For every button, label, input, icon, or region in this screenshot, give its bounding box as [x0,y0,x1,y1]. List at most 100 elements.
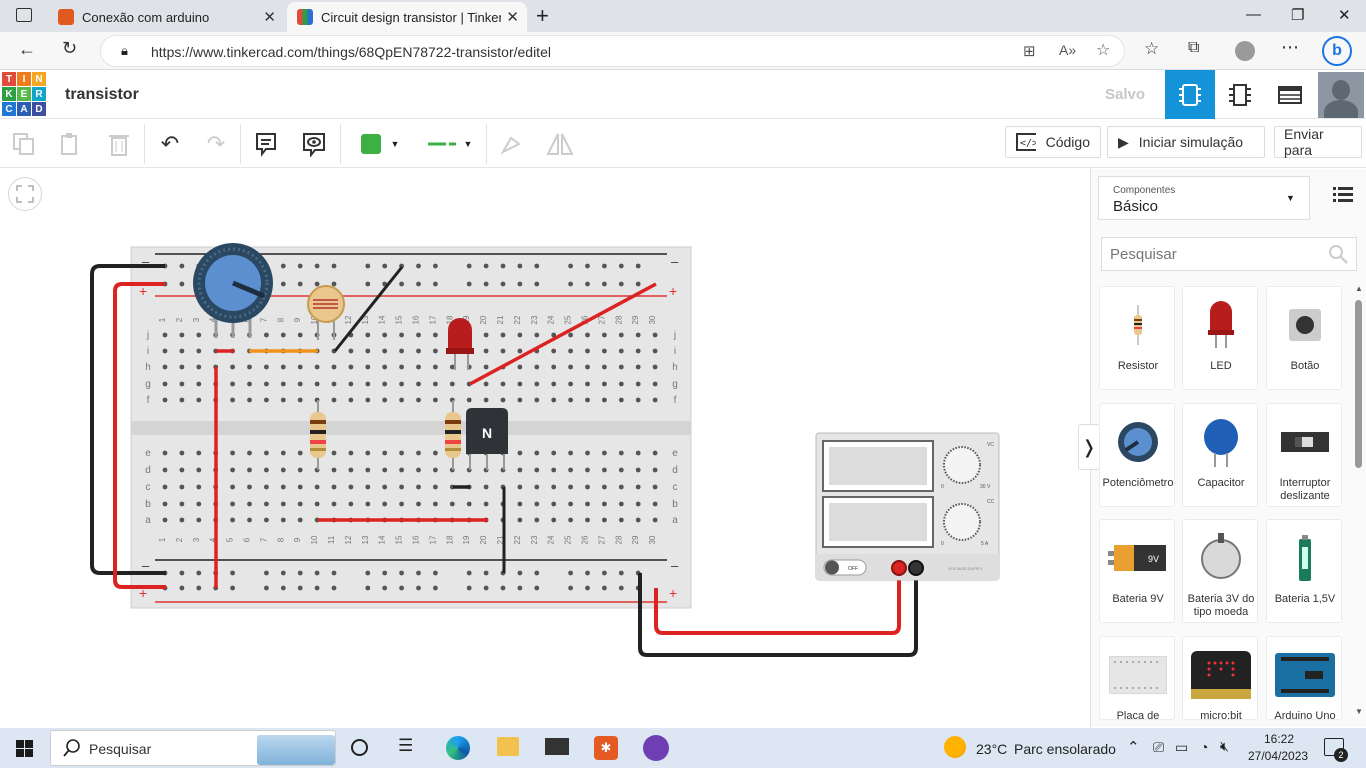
breadboard-hole[interactable] [179,484,185,490]
breadboard-hole[interactable] [247,484,252,490]
breadboard-hole[interactable] [297,381,303,387]
breadboard-hole[interactable] [247,467,252,473]
breadboard-hole[interactable] [585,381,590,387]
breadboard-hole[interactable] [365,381,371,387]
component-list-view-button[interactable] [1265,70,1315,119]
breadboard-hole[interactable] [551,501,557,507]
breadboard-hole[interactable] [483,381,489,387]
breadboard-hole[interactable] [585,397,590,403]
breadboard-hole[interactable] [331,397,337,403]
mail-icon[interactable] [545,738,569,755]
breadboard-hole[interactable] [297,397,303,403]
breadboard-hole[interactable] [416,467,421,473]
breadboard-hole[interactable] [635,381,641,387]
breadboard-hole[interactable] [179,332,185,338]
breadboard-hole[interactable] [348,364,354,370]
breadboard-hole[interactable] [585,517,590,523]
document-title[interactable]: transistor [65,86,139,104]
note-icon[interactable] [252,130,280,158]
breadboard-hole[interactable] [534,364,540,370]
breadboard-hole[interactable] [652,501,658,507]
rail-hole[interactable] [382,570,388,576]
code-button[interactable]: </> Código [1005,126,1101,158]
scroll-up-icon[interactable]: ▲ [1355,284,1363,293]
wifi-icon[interactable]: ◔ [1200,739,1208,755]
rail-hole[interactable] [314,570,320,576]
window-close-icon[interactable]: ✕ [1338,6,1351,24]
breadboard-hole[interactable] [483,484,489,490]
breadboard-hole[interactable] [416,501,421,507]
breadboard-hole[interactable] [635,397,641,403]
breadboard-hole[interactable] [196,484,202,490]
breadboard-hole[interactable] [365,501,371,507]
breadboard-hole[interactable] [280,484,286,490]
rail-hole[interactable] [416,281,421,287]
rail-hole[interactable] [517,585,523,591]
rail-hole[interactable] [500,585,506,591]
file-explorer-icon[interactable] [497,737,519,756]
panel-collapse-button[interactable]: ❭ [1078,424,1100,470]
breadboard-hole[interactable] [433,348,438,354]
component-card-aa-battery[interactable]: Bateria 1,5V [1266,519,1342,623]
component-card-arduino[interactable]: Arduino Uno [1266,636,1342,720]
rail-hole[interactable] [517,263,523,269]
breadboard-hole[interactable] [280,364,286,370]
breadboard-hole[interactable] [635,501,641,507]
rail-hole[interactable] [534,570,540,576]
breadboard-hole[interactable] [534,517,540,523]
rail-hole[interactable] [534,281,540,287]
breadboard-hole[interactable] [179,381,185,387]
widgets-icon[interactable]: ☰ [398,736,413,756]
breadboard-hole[interactable] [517,397,523,403]
breadboard-hole[interactable] [264,517,269,523]
rail-hole[interactable] [331,585,337,591]
breadboard-hole[interactable] [264,484,269,490]
breadboard-hole[interactable] [230,501,236,507]
breadboard-hole[interactable] [602,364,607,370]
breadboard-hole[interactable] [348,397,354,403]
rail-hole[interactable] [264,570,269,576]
breadboard-hole[interactable] [280,517,286,523]
rail-hole[interactable] [602,585,607,591]
rail-hole[interactable] [618,263,624,269]
breadboard-hole[interactable] [416,348,421,354]
breadboard-hole[interactable] [399,450,404,456]
breadboard-hole[interactable] [399,364,404,370]
breadboard-hole[interactable] [331,381,337,387]
fill-color-picker[interactable]: ▼ [355,130,405,158]
breadboard-hole[interactable] [196,467,202,473]
rail-hole[interactable] [433,570,438,576]
breadboard-hole[interactable] [517,517,523,523]
breadboard-hole[interactable] [652,332,658,338]
breadboard-hole[interactable] [568,397,573,403]
breadboard-hole[interactable] [280,381,286,387]
breadboard-hole[interactable] [534,381,540,387]
breadboard-hole[interactable] [331,450,337,456]
rail-hole[interactable] [230,585,236,591]
breadboard-hole[interactable] [483,364,489,370]
breadboard-hole[interactable] [365,467,371,473]
rail-hole[interactable] [179,263,185,269]
breadboard-hole[interactable] [162,348,168,354]
tinkercad-logo[interactable]: T I N K E R C A D [2,72,46,116]
breadboard-hole[interactable] [585,364,590,370]
rail-hole[interactable] [483,281,489,287]
rail-hole[interactable] [466,570,472,576]
close-icon[interactable]: ✕ [263,8,276,26]
components-dropdown[interactable]: Componentes Básico ▼ [1098,176,1310,220]
delete-icon[interactable] [105,130,133,158]
breadboard-hole[interactable] [483,348,489,354]
breadboard-hole[interactable] [179,397,185,403]
breadboard-hole[interactable] [585,450,590,456]
breadboard-hole[interactable] [365,397,371,403]
breadboard-hole[interactable] [348,450,354,456]
chevron-up-icon[interactable]: ⌃ [1127,738,1140,756]
paste-icon[interactable] [56,130,84,158]
rail-hole[interactable] [635,281,641,287]
breadboard-hole[interactable] [517,381,523,387]
rail-hole[interactable] [331,263,337,269]
rail-hole[interactable] [585,281,590,287]
breadboard-hole[interactable] [264,467,269,473]
breadboard-hole[interactable] [635,484,641,490]
breadboard-hole[interactable] [433,501,438,507]
